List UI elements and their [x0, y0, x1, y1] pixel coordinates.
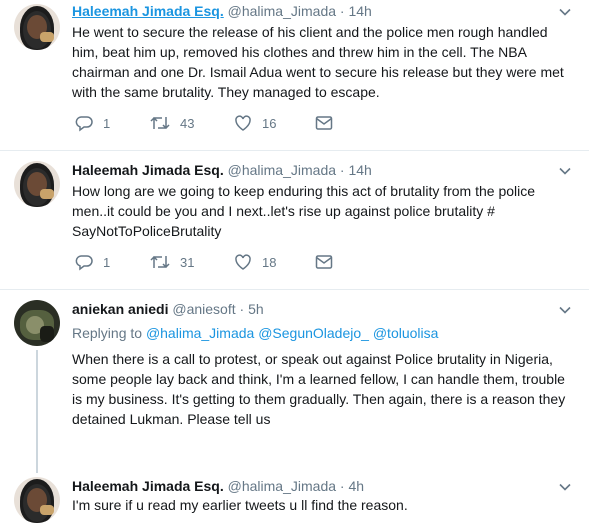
avatar[interactable]: [14, 477, 60, 523]
tweet-text: He went to secure the release of his cli…: [72, 24, 564, 100]
thread-line: [36, 350, 38, 473]
author-name[interactable]: Haleemah Jimada Esq.: [72, 162, 224, 178]
tweet-1[interactable]: Haleemah Jimada Esq. @halima_Jimada · 14…: [0, 0, 589, 150]
direct-message-icon: [315, 255, 333, 269]
author-name[interactable]: Haleemah Jimada Esq.: [72, 478, 224, 494]
retweet-button[interactable]: 43: [150, 113, 194, 133]
mention-link[interactable]: @SegunOladejo_: [258, 325, 369, 341]
reply-icon: [75, 116, 93, 132]
timestamp[interactable]: 14h: [348, 3, 371, 19]
tweet-text: When there is a call to protest, or spea…: [72, 351, 566, 427]
tweet-header: Haleemah Jimada Esq. @halima_Jimada · 14…: [72, 161, 372, 179]
tweet-text: I'm sure if u read my earlier tweets u l…: [72, 497, 408, 513]
tweet-text: How long are we going to keep enduring t…: [72, 183, 536, 239]
like-button[interactable]: 16: [234, 113, 276, 133]
tweet-3[interactable]: aniekan aniedi @aniesoft · 5h Replying t…: [0, 290, 589, 473]
author-handle[interactable]: @halima_Jimada: [228, 3, 336, 19]
timestamp[interactable]: 5h: [248, 301, 264, 317]
retweet-icon: [150, 255, 170, 269]
retweet-count: 43: [180, 115, 195, 131]
retweet-icon: [150, 116, 170, 130]
chevron-down-icon[interactable]: [559, 6, 571, 18]
chevron-down-icon[interactable]: [559, 481, 571, 493]
mention-link[interactable]: @toluolisa: [373, 325, 439, 341]
retweet-count: 31: [180, 254, 195, 270]
reply-button[interactable]: 1: [75, 113, 110, 133]
like-icon: [235, 115, 251, 131]
tweet-4[interactable]: Haleemah Jimada Esq. @halima_Jimada · 4h…: [0, 473, 589, 525]
separator: ·: [339, 478, 345, 494]
direct-message-icon: [315, 116, 333, 130]
author-name[interactable]: Haleemah Jimada Esq.: [72, 3, 224, 19]
separator: ·: [339, 3, 345, 19]
direct-message-button[interactable]: [315, 113, 333, 133]
timestamp[interactable]: 4h: [348, 478, 364, 494]
like-button[interactable]: 18: [234, 252, 276, 272]
author-handle[interactable]: @aniesoft: [172, 301, 235, 317]
avatar[interactable]: [14, 4, 60, 50]
like-icon: [235, 254, 251, 270]
replying-to: Replying to @halima_Jimada @SegunOladejo…: [72, 323, 438, 343]
avatar[interactable]: [14, 300, 60, 346]
reply-button[interactable]: 1: [75, 252, 110, 272]
direct-message-button[interactable]: [315, 252, 333, 272]
timestamp[interactable]: 14h: [348, 162, 371, 178]
tweet-header: Haleemah Jimada Esq. @halima_Jimada · 4h: [72, 477, 364, 495]
reply-icon: [75, 255, 93, 271]
replying-to-label: Replying to: [72, 325, 143, 341]
like-count: 18: [262, 254, 277, 270]
tweet-header: Haleemah Jimada Esq. @halima_Jimada · 14…: [72, 2, 372, 20]
separator: ·: [339, 162, 345, 178]
tweet-2[interactable]: Haleemah Jimada Esq. @halima_Jimada · 14…: [0, 151, 589, 289]
separator: ·: [239, 301, 245, 317]
like-count: 16: [262, 115, 277, 131]
avatar[interactable]: [14, 161, 60, 207]
author-name[interactable]: aniekan aniedi: [72, 301, 168, 317]
tweet-header: aniekan aniedi @aniesoft · 5h: [72, 300, 264, 318]
author-handle[interactable]: @halima_Jimada: [228, 478, 336, 494]
retweet-button[interactable]: 31: [150, 252, 194, 272]
mention-link[interactable]: @halima_Jimada: [146, 325, 254, 341]
reply-count: 1: [103, 254, 111, 270]
author-handle[interactable]: @halima_Jimada: [228, 162, 336, 178]
chevron-down-icon[interactable]: [559, 165, 571, 177]
chevron-down-icon[interactable]: [559, 304, 571, 316]
reply-count: 1: [103, 115, 111, 131]
